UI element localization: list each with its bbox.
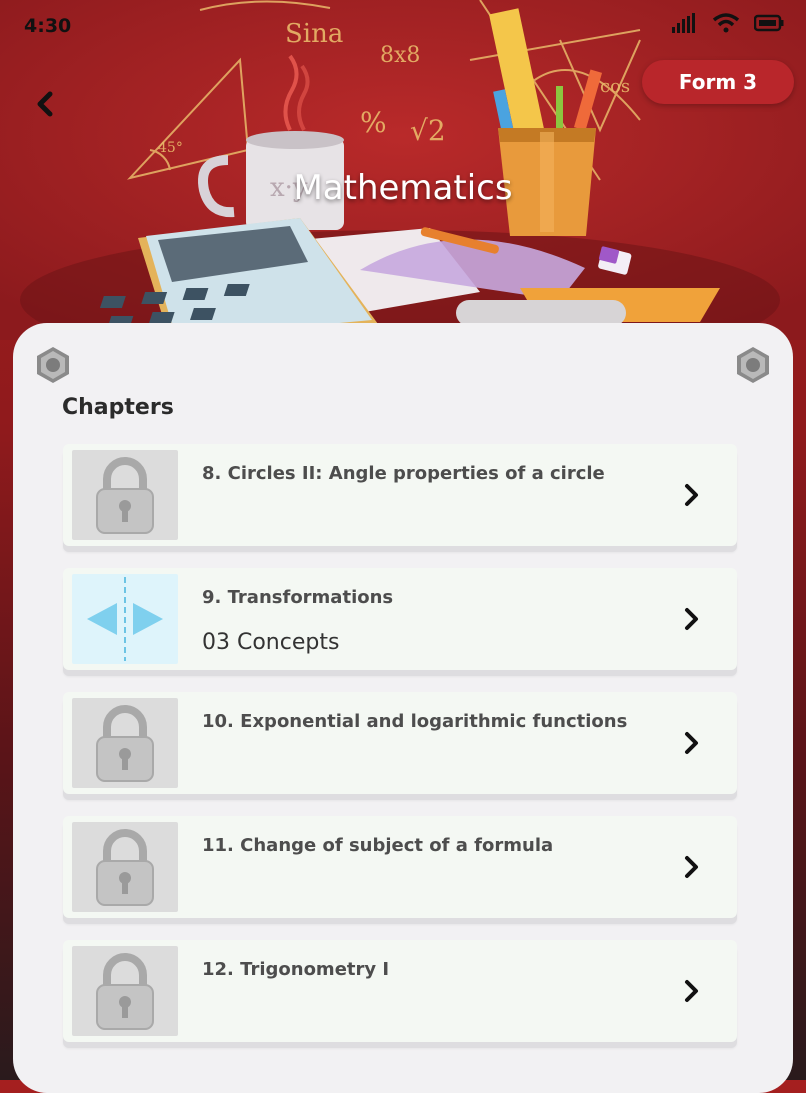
form-selector-button[interactable]: Form 3 [642, 60, 794, 104]
chevron-left-icon [37, 91, 53, 117]
chapters-heading: Chapters [62, 395, 174, 420]
battery-icon [754, 14, 784, 32]
chapter-title: 9. Transformations [202, 587, 394, 608]
chapters-panel: Chapters 8. Circles II: Angle properties… [13, 323, 793, 1093]
wifi-icon [712, 13, 740, 33]
status-time: 4:30 [24, 15, 72, 37]
lock-icon [96, 457, 154, 534]
chapter-title: 11. Change of subject of a formula [202, 835, 554, 856]
reflection-icon [87, 577, 163, 661]
chapter-card[interactable]: 9. Transformations 03 Concepts [63, 568, 737, 670]
chevron-right-icon [685, 484, 698, 506]
chapter-thumbnail [72, 822, 178, 912]
doodle-sqrt2: √2 [410, 114, 446, 147]
chapter-title: 8. Circles II: Angle properties of a cir… [202, 463, 605, 484]
lock-icon [96, 705, 154, 782]
status-icons [672, 12, 784, 34]
status-bar: 4:30 [0, 0, 806, 52]
doodle-percent: % [360, 106, 387, 139]
chapter-thumbnail [72, 450, 178, 540]
chapter-thumbnail [72, 574, 178, 664]
page-title: Mathematics [293, 168, 513, 208]
lock-icon [96, 953, 154, 1030]
signal-icon [672, 13, 695, 33]
bolt-icon [37, 347, 69, 383]
chapter-title: 10. Exponential and logarithmic function… [202, 711, 628, 732]
chapter-thumbnail [72, 946, 178, 1036]
chapter-card[interactable]: 11. Change of subject of a formula [63, 816, 737, 918]
chevron-right-icon [685, 608, 698, 630]
chevron-right-icon [685, 856, 698, 878]
lock-icon [96, 829, 154, 906]
chapter-card[interactable]: 10. Exponential and logarithmic function… [63, 692, 737, 794]
chapter-title: 12. Trigonometry I [202, 959, 390, 980]
chevron-right-icon [685, 980, 698, 1002]
chevron-right-icon [685, 732, 698, 754]
doodle-cos: cos [600, 76, 630, 97]
back-button[interactable] [30, 86, 62, 122]
chapter-thumbnail [72, 698, 178, 788]
bolt-icon [737, 347, 769, 383]
doodle-45: 45° [158, 140, 183, 156]
chapter-card[interactable]: 12. Trigonometry I [63, 940, 737, 1042]
chapter-concepts-count: 03 Concepts [202, 630, 340, 655]
chapter-card[interactable]: 8. Circles II: Angle properties of a cir… [63, 444, 737, 546]
